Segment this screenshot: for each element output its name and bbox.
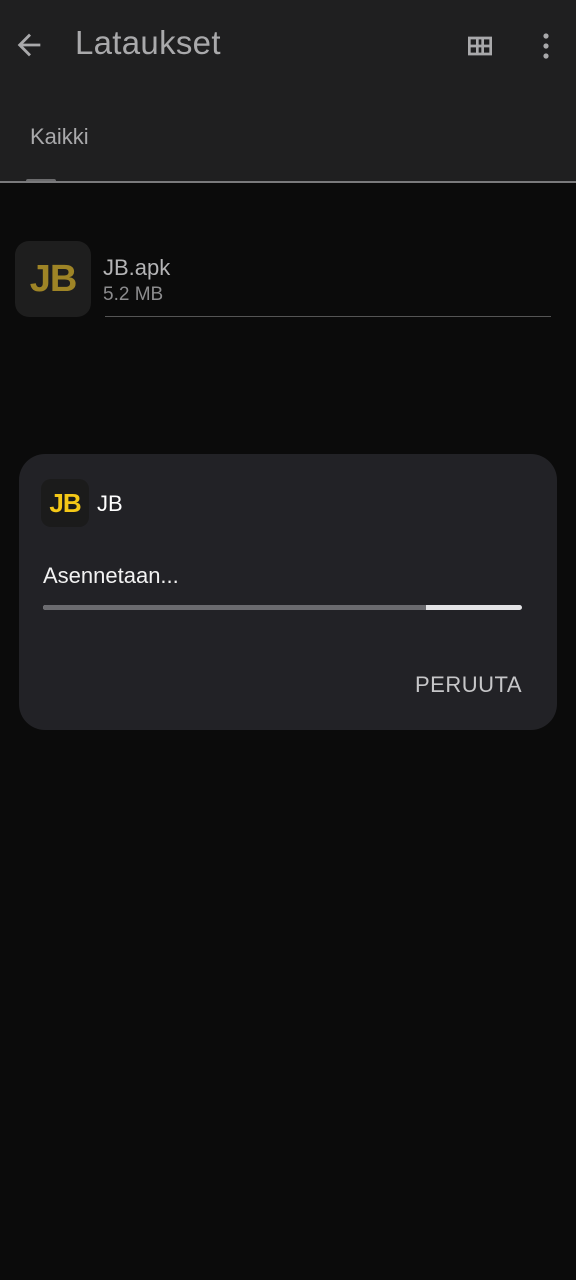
dialog-title: JB xyxy=(97,491,123,516)
grid-view-icon xyxy=(468,36,492,56)
tab-all[interactable]: Kaikki xyxy=(30,124,89,150)
progress-bar xyxy=(43,605,522,610)
cancel-button[interactable]: PERUUTA xyxy=(415,672,522,698)
more-vert-icon xyxy=(543,33,549,59)
tab-divider xyxy=(0,181,576,183)
more-options-button[interactable] xyxy=(534,30,558,62)
file-size: 5.2 MB xyxy=(103,284,164,305)
install-dialog: JB JB Asennetaan... PERUUTA xyxy=(19,454,557,730)
app-icon: JB xyxy=(15,241,91,317)
app-bar: Lataukset xyxy=(0,0,576,90)
arrow-back-icon xyxy=(17,33,41,57)
list-item[interactable]: JB JB.apk 5.2 MB xyxy=(0,230,576,330)
file-name: JB.apk xyxy=(103,255,171,280)
back-button[interactable] xyxy=(12,28,46,62)
tab-bar: Kaikki xyxy=(0,90,576,182)
page-title: Lataukset xyxy=(75,24,221,61)
app-icon: JB xyxy=(41,479,89,527)
grid-view-button[interactable] xyxy=(464,30,496,62)
progress-fill xyxy=(43,605,427,610)
list-divider xyxy=(105,316,551,317)
install-status: Asennetaan... xyxy=(43,563,179,588)
